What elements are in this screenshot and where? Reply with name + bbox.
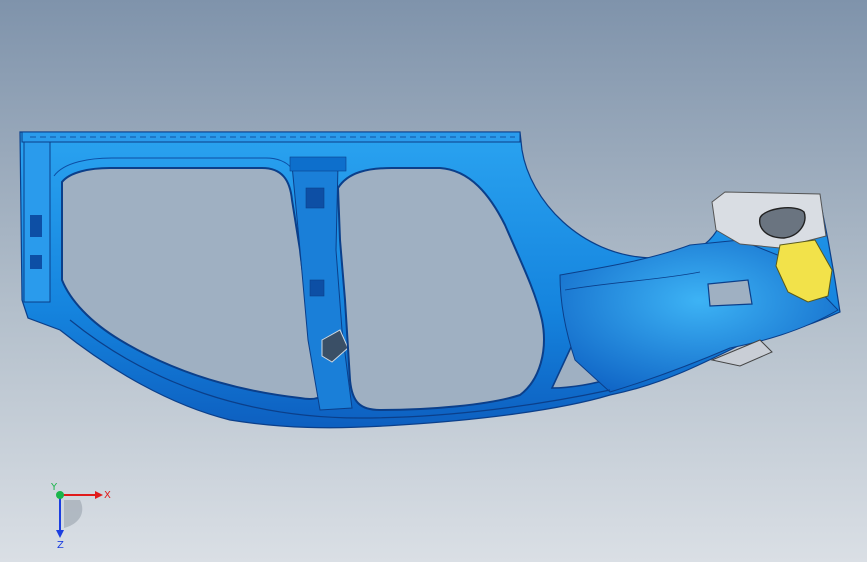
z-axis-label: Z	[57, 540, 64, 550]
cad-viewport[interactable]: X Y Z	[0, 0, 867, 562]
z-axis-arrow	[56, 530, 64, 538]
x-axis-label: X	[104, 490, 111, 501]
x-axis-arrow	[95, 491, 103, 499]
side-panel-model[interactable]	[0, 0, 867, 562]
front-opening	[61, 167, 328, 400]
triad-shadow	[64, 500, 83, 528]
tail-slot	[707, 279, 753, 307]
y-axis-label: Y	[50, 482, 58, 493]
y-axis-dot	[56, 491, 64, 499]
axis-triad[interactable]: X Y Z	[40, 480, 120, 550]
